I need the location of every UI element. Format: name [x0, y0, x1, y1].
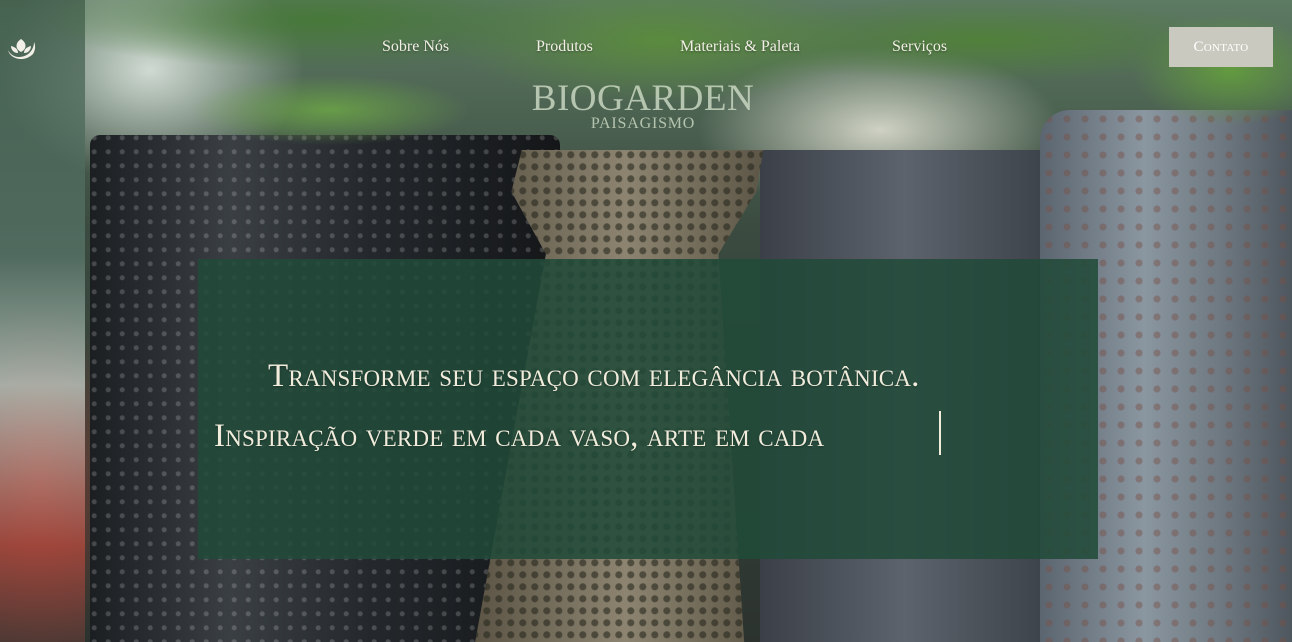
brand-name: BIOGARDEN — [531, 78, 755, 119]
main-navigation: Sobre Nós Produtos Materiais & Paleta Se… — [0, 38, 1292, 60]
nav-sobre-nos[interactable]: Sobre Nós — [382, 38, 449, 56]
hero-headline: Transforme seu espaço com elegância botâ… — [268, 358, 920, 394]
brand-logo[interactable]: BIOGARDEN PAISAGISMO — [530, 80, 756, 132]
hero-typewriter-text: Inspiração verde em cada vaso, arte em c… — [214, 418, 825, 454]
contact-button[interactable]: Contato — [1169, 27, 1273, 67]
hero-panel — [198, 259, 1098, 559]
nav-materiais-paleta[interactable]: Materiais & Paleta — [680, 38, 800, 56]
nav-produtos[interactable]: Produtos — [536, 38, 593, 56]
nav-servicos[interactable]: Serviços — [892, 38, 947, 56]
typing-caret — [939, 411, 941, 455]
